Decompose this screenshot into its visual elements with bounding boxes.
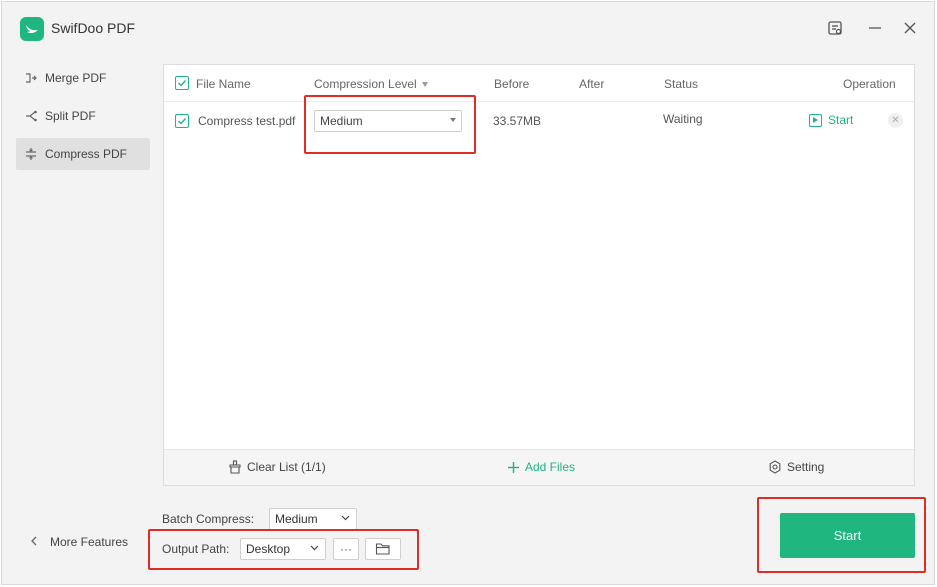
merge-icon [24, 71, 38, 85]
more-features-label: More Features [50, 535, 129, 549]
compression-level-select[interactable]: Medium [314, 110, 462, 132]
broom-icon [228, 460, 242, 474]
feedback-icon[interactable] [825, 18, 845, 38]
sidebar-item-compress-pdf[interactable]: Compress PDF [16, 138, 150, 170]
play-icon [809, 113, 822, 127]
minimize-icon[interactable] [865, 18, 885, 38]
batch-compress-label: Batch Compress: [162, 512, 255, 526]
sidebar-item-label: Merge PDF [45, 71, 107, 85]
row-start-label: Start [828, 113, 854, 127]
table-header: File Name Compression Level Before After… [164, 65, 914, 102]
output-path-label: Output Path: [162, 542, 230, 556]
remove-row-icon[interactable]: ✕ [888, 113, 903, 128]
compress-icon [24, 147, 38, 161]
table-row: Compress test.pdf Medium 33.57MB Waiting… [164, 102, 914, 140]
output-path-dropdown[interactable]: Desktop [240, 538, 326, 560]
caret-down-icon [450, 118, 456, 122]
gear-icon [768, 460, 782, 474]
setting-button[interactable]: Setting [768, 460, 824, 474]
clear-list-label: Clear List (1/1) [247, 460, 326, 474]
more-features-link[interactable]: More Features [30, 535, 128, 549]
app-title: SwifDoo PDF [51, 20, 136, 36]
add-files-button[interactable]: Add Files [507, 460, 575, 474]
select-all-checkbox[interactable] [175, 76, 189, 90]
swift-bird-icon [26, 25, 38, 34]
split-icon [24, 109, 38, 123]
check-icon [178, 80, 187, 87]
sidebar-item-label: Split PDF [45, 109, 96, 123]
header-operation: Operation [843, 77, 896, 91]
batch-compress-value: Medium [275, 512, 318, 526]
row-file-name: Compress test.pdf [198, 114, 296, 128]
plus-icon [507, 461, 520, 474]
header-after: After [579, 77, 605, 91]
header-compression-level[interactable]: Compression Level [314, 77, 428, 91]
add-files-label: Add Files [525, 460, 576, 474]
header-file-name: File Name [196, 77, 251, 91]
chevron-left-icon [30, 535, 38, 549]
sidebar-item-split-pdf[interactable]: Split PDF [16, 100, 150, 132]
chevron-down-icon [310, 543, 319, 555]
row-start-button[interactable]: Start [809, 113, 853, 127]
start-button[interactable]: Start [780, 513, 915, 558]
header-status: Status [664, 77, 699, 91]
clear-list-button[interactable]: Clear List (1/1) [228, 460, 326, 474]
sidebar-item-label: Compress PDF [45, 147, 128, 161]
row-checkbox[interactable] [175, 114, 189, 128]
app-window: SwifDoo PDF Merge PDF Split PDF Compress… [1, 1, 935, 585]
header-before: Before [494, 77, 530, 91]
row-status: Waiting [663, 112, 703, 126]
check-icon [178, 118, 187, 125]
browse-more-button[interactable]: ··· [333, 538, 359, 560]
file-list-panel: File Name Compression Level Before After… [163, 64, 915, 486]
output-path-value: Desktop [246, 542, 291, 556]
setting-label: Setting [787, 460, 825, 474]
caret-down-icon [421, 81, 428, 87]
header-compression-level-label: Compression Level [314, 77, 417, 91]
app-logo [20, 17, 44, 41]
sidebar-item-merge-pdf[interactable]: Merge PDF [16, 62, 150, 94]
compression-level-value: Medium [320, 114, 363, 128]
open-folder-button[interactable] [365, 538, 401, 560]
panel-footer: Clear List (1/1) Add Files Setting [164, 449, 914, 485]
title-bar: SwifDoo PDF [2, 2, 934, 54]
close-icon[interactable] [900, 18, 920, 38]
folder-icon [375, 543, 390, 555]
chevron-down-icon [341, 513, 350, 525]
batch-compress-dropdown[interactable]: Medium [269, 508, 357, 530]
row-before-size: 33.57MB [493, 114, 542, 128]
